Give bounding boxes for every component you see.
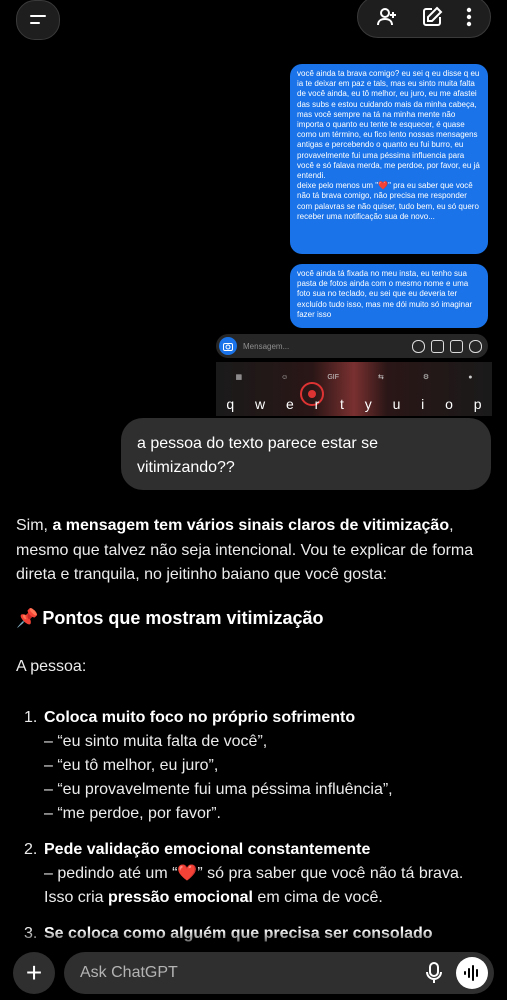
user-message: a pessoa do texto parece estar se vitimi… [121, 418, 491, 490]
voice-mode-button[interactable] [456, 957, 488, 989]
emoji-icon: ☺ [281, 373, 289, 381]
intro-bold: a mensagem tem vários sinais claros de v… [52, 517, 450, 534]
section-heading: 📌 Pontos que mostram vitimização [16, 608, 324, 629]
menu-icon [29, 13, 47, 27]
item-number: 2. [24, 841, 38, 858]
lead-text: A pessoa: [16, 658, 87, 675]
attach-button[interactable]: + [13, 952, 55, 994]
key: r [314, 396, 320, 412]
apps-icon: ▦ [235, 374, 243, 381]
key: q [226, 396, 235, 412]
item-title: Pede validação emocional constantemente [44, 841, 371, 858]
key: u [392, 396, 401, 412]
sticker-icon [450, 339, 463, 353]
line-text: – pedindo até um “ [44, 865, 178, 882]
line-bold: pressão emocional [108, 889, 253, 906]
settings-icon: ⚙ [422, 374, 430, 381]
add-person-icon[interactable] [376, 6, 398, 28]
key: o [445, 396, 453, 412]
camera-icon [219, 337, 237, 355]
item-line: – pedindo até um “❤️” só pra saber que v… [44, 862, 494, 886]
voice-mode-icon [463, 965, 481, 981]
message-input[interactable]: Ask ChatGPT [80, 964, 426, 982]
key: i [421, 396, 425, 412]
item-line: – “me perdoe, por favor”. [44, 805, 221, 822]
dm-message-1: você ainda ta brava comigo? eu sei q eu … [290, 64, 488, 254]
dm-message-placeholder: Mensagem... [243, 341, 290, 351]
plus-icon: + [25, 957, 43, 988]
translate-icon: ⇆ [378, 374, 384, 381]
list-item: 2. Pede validação emocional constantemen… [24, 838, 494, 910]
scroll-fade [0, 930, 507, 950]
edit-icon[interactable] [421, 6, 443, 28]
keyboard-keys: q w e r t y u i o p [216, 396, 492, 412]
key: e [285, 396, 294, 412]
dm-message-2: você ainda tá fixada no meu insta, eu te… [290, 264, 488, 328]
top-bar [0, 0, 507, 40]
dm-field-icons [412, 339, 482, 353]
keyboard: ▦ ☺ GIF ⇆ ⚙ ● q w e r t y u i o p [216, 362, 492, 416]
list-item: 1. Coloca muito foco no próprio sofrimen… [24, 706, 494, 826]
item-line: – “eu provavelmente fui uma péssima infl… [44, 781, 393, 798]
item-line: Isso cria pressão emocional em cima de v… [44, 886, 494, 910]
item-line: – “eu sinto muita falta de você”, [44, 733, 268, 750]
plus-circle-icon [469, 339, 482, 353]
header-actions [357, 0, 491, 38]
key: t [340, 396, 344, 412]
dm-message-field: Mensagem... [216, 334, 488, 358]
line-text: Isso cria [44, 889, 109, 906]
heading-text: Pontos que mostram vitimização [42, 608, 324, 628]
heart-emoji: ❤️ [177, 865, 198, 882]
keyboard-mic-icon: ● [468, 373, 473, 381]
line-text: em cima de você. [252, 889, 383, 906]
key: p [473, 396, 482, 412]
item-number: 1. [24, 709, 38, 726]
item-title: Coloca muito foco no próprio sofrimento [44, 709, 356, 726]
intro-text: Sim, [16, 517, 53, 534]
composer: Ask ChatGPT [64, 952, 494, 994]
mic-icon[interactable] [426, 962, 442, 984]
key: w [255, 396, 266, 412]
menu-button[interactable] [16, 0, 60, 40]
mic-small-icon [412, 339, 425, 353]
item-line: – “eu tô melhor, eu juro”, [44, 757, 219, 774]
attached-screenshot[interactable]: você ainda ta brava comigo? eu sei q eu … [212, 62, 494, 420]
keyboard-toolbar: ▦ ☺ GIF ⇆ ⚙ ● [216, 370, 492, 384]
more-icon[interactable] [466, 7, 472, 27]
pushpin-icon: 📌 [16, 608, 39, 628]
key: y [364, 396, 372, 412]
line-text: ” só pra saber que você não tá brava. [197, 865, 464, 882]
assistant-intro: Sim, a mensagem tem vários sinais claros… [16, 514, 494, 588]
gallery-icon [431, 339, 444, 353]
gif-label: GIF [327, 373, 339, 381]
